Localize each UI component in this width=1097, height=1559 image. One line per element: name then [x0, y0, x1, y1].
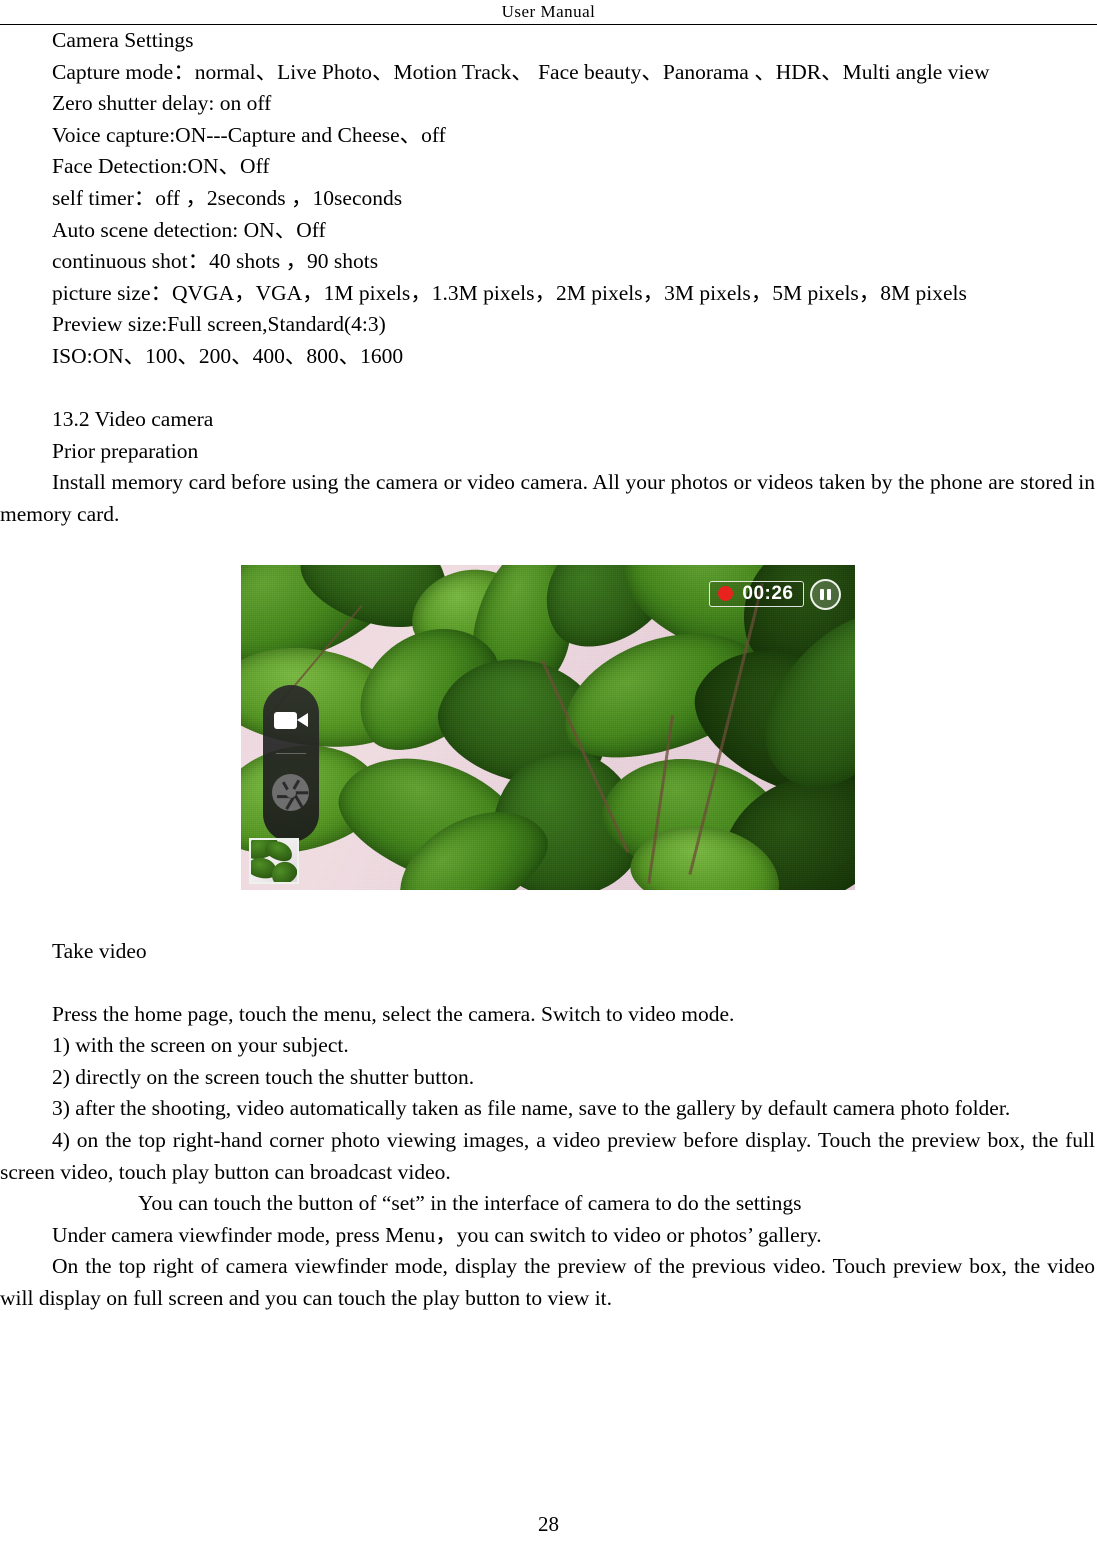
- take-video-heading: Take video: [52, 938, 147, 963]
- record-dot-icon: [718, 586, 734, 601]
- pause-icon-bar-left: [819, 588, 824, 600]
- setting-line-picture-size: picture size：QVGA，VGA，1M pixels，1.3M pix…: [52, 280, 967, 305]
- figure-camera-viewfinder: 00:26: [0, 564, 1095, 890]
- recording-timer-badge: 00:26: [709, 581, 804, 607]
- page-header: User Manual: [0, 0, 1097, 24]
- step-4: 4) on the top right-hand corner photo vi…: [0, 1128, 1095, 1184]
- header-title: User Manual: [501, 2, 596, 21]
- menu-switch-note: Under camera viewfinder mode, press Menu…: [52, 1222, 822, 1247]
- prior-preparation-heading: Prior preparation: [52, 438, 199, 463]
- manual-page: User Manual Camera Settings Capture mode…: [0, 0, 1097, 1559]
- setting-line-auto-scene-detection: Auto scene detection: ON、Off: [52, 217, 326, 242]
- pause-button[interactable]: [809, 578, 841, 610]
- prior-preparation-paragraph: Install memory card before using the cam…: [0, 470, 1095, 526]
- page-footer: 28: [0, 1512, 1097, 1537]
- aperture-hub: [285, 787, 296, 798]
- step-1: 1) with the screen on your subject.: [52, 1033, 349, 1058]
- step-2: 2) directly on the screen touch the shut…: [52, 1064, 475, 1089]
- viewfinder-screenshot: 00:26: [240, 564, 855, 890]
- setting-line-iso: ISO:ON、100、200、400、800、1600: [52, 343, 404, 368]
- preview-box-note: On the top right of camera viewfinder mo…: [0, 1254, 1095, 1311]
- setting-line-face-detection: Face Detection:ON、Off: [52, 154, 270, 179]
- set-button-note: You can touch the button of “set” in the…: [138, 1191, 802, 1216]
- mode-switch-divider: [275, 752, 306, 754]
- page-content: Camera Settings Capture mode：normal、Live…: [0, 25, 1097, 1315]
- steps-intro-paragraph: Press the home page, touch the menu, sel…: [52, 1001, 735, 1026]
- thumbnail-preview-button[interactable]: [248, 837, 299, 884]
- recording-controls: 00:26: [709, 578, 841, 610]
- setting-line-voice-capture: Voice capture:ON---Capture and Cheese、of…: [52, 122, 446, 147]
- video-camera-icon-body: [273, 711, 297, 729]
- setting-line-capture-mode: Capture mode：normal、Live Photo、Motion Tr…: [52, 59, 990, 84]
- pause-icon-bar-right: [826, 588, 831, 600]
- recording-timer-text: 00:26: [742, 583, 794, 604]
- setting-line-self-timer: self timer：off ，2seconds ，10seconds: [52, 185, 403, 210]
- shutter-aperture-icon[interactable]: [272, 774, 309, 811]
- step-3: 3) after the shooting, video automatical…: [52, 1096, 1011, 1121]
- capture-mode-switch[interactable]: [262, 684, 319, 842]
- video-camera-icon-lens: [296, 712, 308, 727]
- video-camera-icon[interactable]: [273, 707, 308, 733]
- setting-line-zero-shutter-delay: Zero shutter delay: on off: [52, 91, 272, 116]
- subsection-heading-video-camera: 13.2 Video camera: [52, 407, 214, 432]
- page-number: 28: [538, 1512, 559, 1536]
- setting-line-preview-size: Preview size:Full screen,Standard(4:3): [52, 312, 386, 337]
- setting-line-continuous-shot: continuous shot：40 shots ，90 shots: [52, 249, 379, 274]
- camera-settings-heading: Camera Settings: [52, 28, 194, 52]
